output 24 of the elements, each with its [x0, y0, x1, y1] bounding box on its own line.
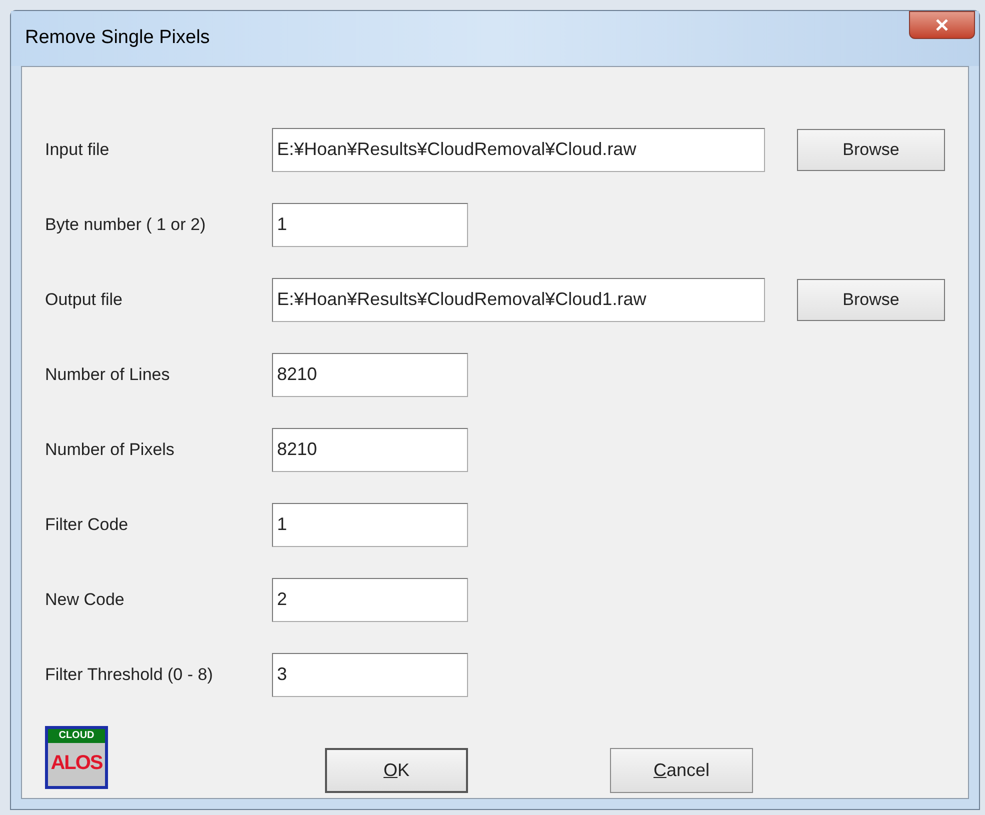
- text-field[interactable]: E:¥Hoan¥Results¥CloudRemoval¥Cloud.raw: [272, 128, 765, 172]
- browse-button[interactable]: Browse: [797, 278, 945, 320]
- field-label: Filter Code: [45, 514, 130, 536]
- text-field[interactable]: 8210: [272, 428, 468, 472]
- cloud-alos-logo: CLOUD ALOS: [45, 726, 108, 789]
- window-title: Remove Single Pixels: [25, 26, 210, 50]
- dialog-button[interactable]: OK: [325, 748, 468, 793]
- text-field[interactable]: E:¥Hoan¥Results¥CloudRemoval¥Cloud1.raw: [272, 278, 765, 322]
- text-field[interactable]: 1: [272, 502, 468, 546]
- dialog-button[interactable]: Cancel: [610, 748, 753, 793]
- text-field[interactable]: 8210: [272, 352, 468, 396]
- field-label: Number of Pixels: [45, 438, 176, 461]
- text-field[interactable]: 1: [272, 202, 468, 246]
- field-label: New Code: [45, 588, 126, 611]
- browse-button[interactable]: Browse: [797, 128, 945, 170]
- field-label: Filter Threshold (0 - 8): [45, 664, 214, 686]
- close-icon: [935, 19, 949, 31]
- close-button[interactable]: [909, 11, 975, 39]
- field-label: Input file: [45, 138, 110, 161]
- field-label: Output file: [45, 288, 124, 311]
- field-label: Byte number ( 1 or 2): [45, 214, 207, 236]
- text-field[interactable]: 3: [272, 652, 468, 696]
- text-field[interactable]: 2: [272, 578, 468, 622]
- field-label: Number of Lines: [45, 364, 171, 386]
